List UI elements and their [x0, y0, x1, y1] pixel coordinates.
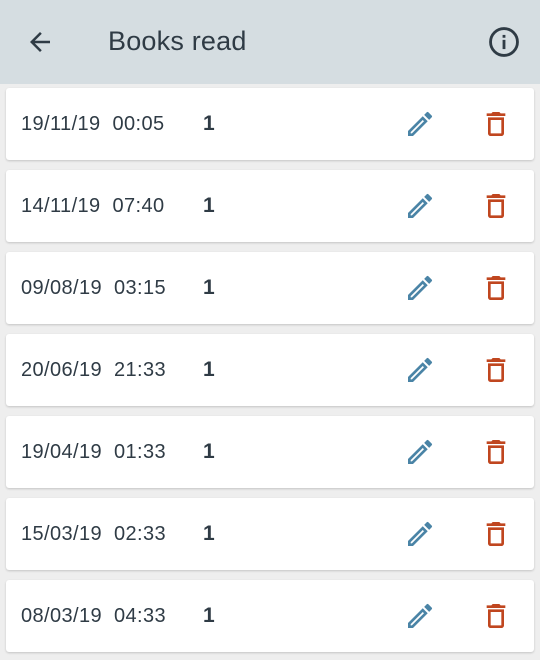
delete-button[interactable]: [478, 106, 514, 142]
info-button[interactable]: [486, 24, 522, 60]
entry-time: 04:33: [113, 604, 167, 627]
list-item: 14/11/19 07:40 1: [6, 170, 534, 242]
entry-time: 02:33: [113, 522, 167, 545]
app-bar: Books read: [0, 0, 540, 84]
entry-time: 03:15: [113, 276, 167, 299]
entry-date: 09/08/19: [21, 276, 103, 299]
entry-date: 08/03/19: [21, 604, 103, 627]
entry-datetime: 15/03/19 02:33: [21, 523, 166, 546]
entry-datetime: 20/06/19 21:33: [21, 359, 166, 382]
delete-button[interactable]: [478, 434, 514, 470]
edit-button[interactable]: [402, 598, 438, 634]
edit-button[interactable]: [402, 106, 438, 142]
back-button[interactable]: [22, 24, 58, 60]
trash-icon: [486, 440, 506, 464]
trash-icon: [486, 276, 506, 300]
entry-date: 14/11/19: [21, 194, 101, 217]
list-item: 15/03/19 02:33 1: [6, 498, 534, 570]
list-item: 08/03/19 04:33 1: [6, 580, 534, 652]
entry-count: 1: [203, 112, 215, 135]
trash-icon: [486, 358, 506, 382]
entry-time: 01:33: [113, 440, 167, 463]
entry-count: 1: [203, 440, 215, 463]
pencil-icon: [408, 521, 433, 546]
entry-date: 15/03/19: [21, 522, 103, 545]
trash-icon: [486, 112, 506, 136]
edit-button[interactable]: [402, 434, 438, 470]
edit-button[interactable]: [402, 352, 438, 388]
entry-datetime: 08/03/19 04:33: [21, 605, 166, 628]
pencil-icon: [408, 357, 433, 382]
entry-datetime: 19/04/19 01:33: [21, 441, 166, 464]
pencil-icon: [408, 603, 433, 628]
entry-time: 07:40: [112, 194, 165, 217]
delete-button[interactable]: [478, 188, 514, 224]
entry-datetime: 09/08/19 03:15: [21, 277, 166, 300]
page-title: Books read: [108, 26, 247, 56]
entry-time: 00:05: [112, 112, 165, 135]
trash-icon: [486, 522, 506, 546]
entry-datetime: 19/11/19 00:05: [21, 113, 165, 136]
entry-count: 1: [203, 358, 215, 381]
trash-icon: [486, 604, 506, 628]
list-item: 20/06/19 21:33 1: [6, 334, 534, 406]
pencil-icon: [408, 193, 433, 218]
entry-date: 20/06/19: [21, 358, 103, 381]
edit-button[interactable]: [402, 188, 438, 224]
list-item: 09/08/19 03:15 1: [6, 252, 534, 324]
entry-count: 1: [203, 194, 215, 217]
edit-button[interactable]: [402, 516, 438, 552]
entry-date: 19/04/19: [21, 440, 103, 463]
entry-date: 19/11/19: [21, 112, 101, 135]
delete-button[interactable]: [478, 598, 514, 634]
delete-button[interactable]: [478, 270, 514, 306]
arrow-back-icon: [30, 32, 50, 52]
delete-button[interactable]: [478, 352, 514, 388]
delete-button[interactable]: [478, 516, 514, 552]
entry-count: 1: [203, 276, 215, 299]
list-item: 19/04/19 01:33 1: [6, 416, 534, 488]
entries-list: 19/11/19 00:05 1 14/11/19 07:40 1 09/08/…: [0, 88, 540, 652]
pencil-icon: [408, 275, 433, 300]
pencil-icon: [408, 439, 433, 464]
entry-datetime: 14/11/19 07:40: [21, 195, 165, 218]
entry-count: 1: [203, 604, 215, 627]
trash-icon: [486, 194, 506, 218]
entry-time: 21:33: [113, 358, 167, 381]
entry-count: 1: [203, 522, 215, 545]
edit-button[interactable]: [402, 270, 438, 306]
list-item: 19/11/19 00:05 1: [6, 88, 534, 160]
pencil-icon: [408, 111, 433, 136]
info-outline-icon: [489, 27, 519, 57]
